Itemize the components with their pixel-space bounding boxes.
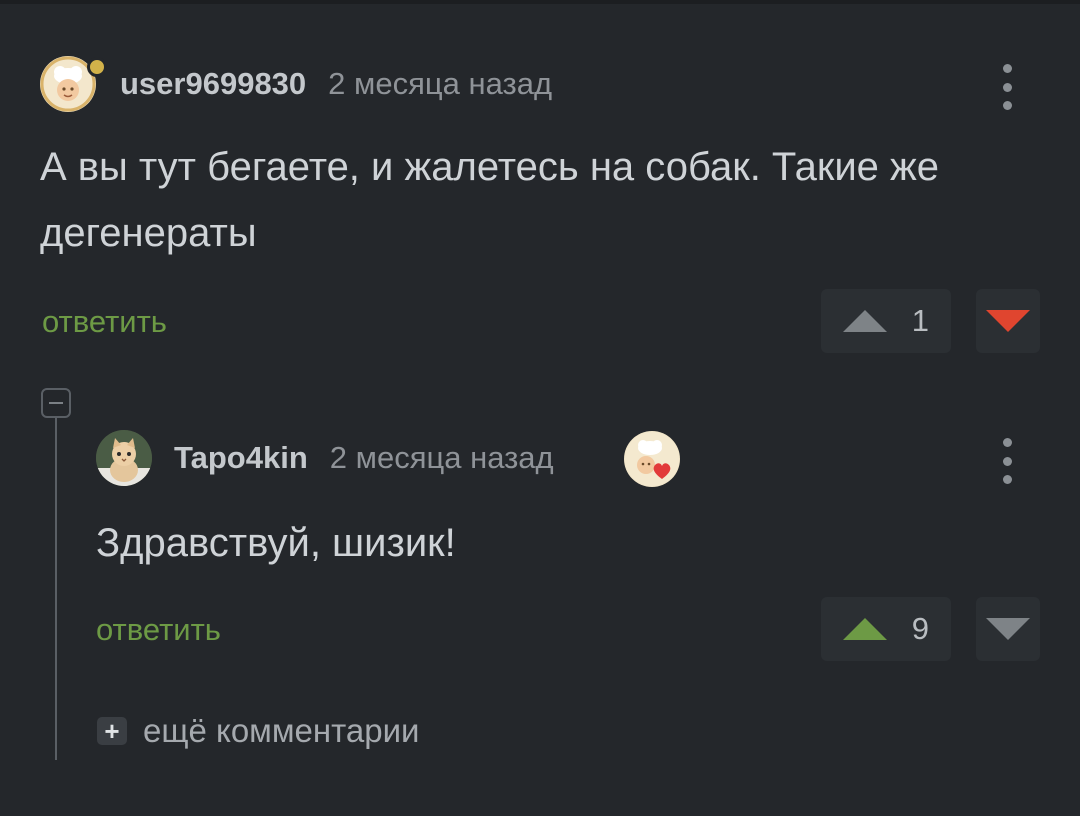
comment-username[interactable]: user9699830 <box>120 66 306 102</box>
reply-button[interactable]: ответить <box>42 304 167 340</box>
rating-count: 1 <box>911 303 929 338</box>
collapse-thread-button[interactable] <box>41 388 71 418</box>
comment-timestamp: 2 месяца назад <box>329 440 554 475</box>
downvote-button[interactable] <box>976 597 1040 661</box>
comment-text: Здравствуй, шизик! <box>96 521 456 565</box>
comments-page: user9699830 2 месяца назад А вы тут бега… <box>0 0 1080 816</box>
more-options-icon[interactable] <box>992 436 1022 486</box>
upvote-button[interactable]: 9 <box>821 597 951 661</box>
downvote-button[interactable] <box>976 289 1040 353</box>
online-indicator <box>87 57 107 77</box>
more-comments-button[interactable]: + ещё комментарии <box>97 712 419 750</box>
upvote-arrow-icon <box>843 618 887 640</box>
downvote-arrow-icon <box>986 618 1030 640</box>
chef-heart-badge-icon <box>624 431 680 487</box>
upvote-arrow-icon <box>843 310 887 332</box>
comment-text: А вы тут бегаете, и жалетесь на собак. Т… <box>40 145 940 255</box>
plus-icon: + <box>97 717 127 745</box>
comment-username[interactable]: Tapo4kin <box>174 440 308 476</box>
reply-button[interactable]: ответить <box>96 612 221 648</box>
comment-header: Tapo4kin 2 месяца назад <box>96 430 554 486</box>
more-comments-label: ещё комментарии <box>143 712 420 749</box>
rating-count: 9 <box>911 611 929 646</box>
comment-timestamp: 2 месяца назад <box>328 66 553 101</box>
thread-line <box>55 418 57 760</box>
downvote-arrow-icon <box>986 310 1030 332</box>
cat-avatar-icon[interactable] <box>96 430 152 486</box>
more-options-icon[interactable] <box>992 62 1022 112</box>
comment-header: user9699830 2 месяца назад <box>40 56 552 112</box>
minus-icon <box>49 402 63 404</box>
top-divider <box>0 0 1080 4</box>
upvote-button[interactable]: 1 <box>821 289 951 353</box>
